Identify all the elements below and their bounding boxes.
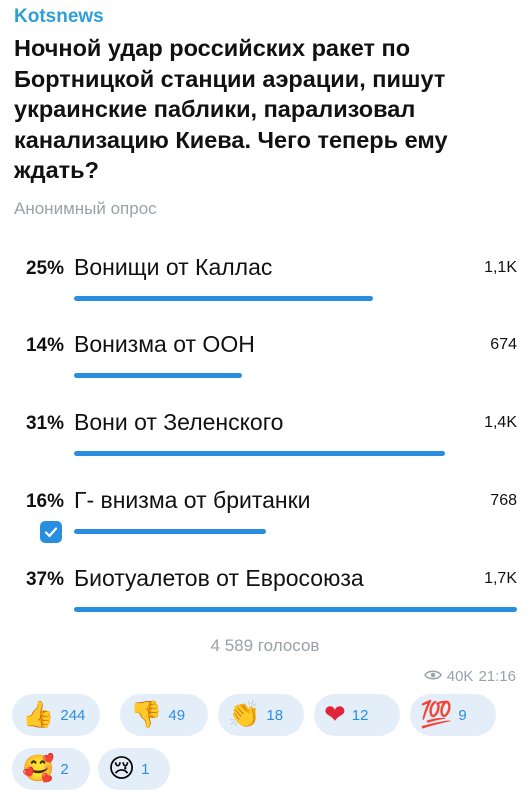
- reaction-count: 244: [60, 706, 86, 724]
- poll-option-4[interactable]: 16% Г- внизма от британки 768: [0, 487, 530, 551]
- thumbs-up-icon: 👍: [22, 700, 55, 730]
- poll-option-5[interactable]: 37% Биотуалетов от Евросоюза 1,7K: [0, 565, 530, 629]
- option-vote-count: 1,1K: [484, 259, 517, 276]
- option-result-bar: [74, 607, 517, 612]
- reaction-clapping[interactable]: 👏 18: [218, 694, 304, 736]
- option-result-bar: [74, 296, 373, 301]
- poll-option-1[interactable]: 25% Вонищи от Каллас 1,1K: [0, 254, 530, 318]
- reaction-heart[interactable]: ❤ 12: [314, 694, 400, 736]
- poll-type-label: Анонимный опрос: [14, 199, 157, 218]
- message-meta: 40K 21:16: [423, 668, 516, 685]
- reaction-thumbs-up[interactable]: 👍 244: [12, 694, 100, 736]
- reaction-count: 1: [141, 760, 150, 778]
- option-result-bar: [74, 373, 242, 378]
- option-label: Г- внизма от британки: [74, 487, 311, 513]
- option-label: Вони от Зеленского: [74, 409, 284, 435]
- option-label: Вонизма от ООН: [74, 331, 255, 357]
- reaction-crying[interactable]: 😢 1: [98, 748, 170, 790]
- option-vote-count: 1,7K: [484, 570, 517, 587]
- channel-name[interactable]: Kotsnews: [14, 6, 104, 28]
- reaction-count: 9: [458, 706, 467, 724]
- reaction-count: 49: [168, 706, 186, 724]
- heart-icon: ❤: [324, 700, 346, 730]
- option-label: Вонищи от Каллас: [74, 254, 273, 280]
- message-time: 21:16: [478, 668, 516, 685]
- poll-option-2[interactable]: 14% Вонизма от ООН 674: [0, 331, 530, 395]
- option-label: Биотуалетов от Евросоюза: [74, 565, 364, 591]
- option-vote-count: 674: [490, 336, 517, 353]
- reaction-thumbs-down[interactable]: 👎 49: [120, 694, 208, 736]
- reaction-count: 18: [266, 706, 284, 724]
- hundred-icon: 💯: [420, 700, 453, 730]
- option-percent: 16%: [25, 491, 64, 512]
- option-percent: 37%: [25, 569, 64, 590]
- selected-check-icon: [40, 521, 62, 543]
- poll-option-3[interactable]: 31% Вони от Зеленского 1,4K: [0, 409, 530, 473]
- option-percent: 31%: [25, 413, 64, 434]
- clapping-icon: 👏: [228, 700, 261, 730]
- option-vote-count: 1,4K: [484, 414, 517, 431]
- reaction-count: 2: [60, 760, 69, 778]
- eye-icon: [423, 668, 442, 685]
- option-percent: 25%: [25, 258, 64, 279]
- option-vote-count: 768: [490, 492, 517, 509]
- poll-question: Ночной удар российских ракет по Бортницк…: [14, 35, 448, 183]
- reaction-smiling-hearts[interactable]: 🥰 2: [12, 748, 90, 790]
- reaction-hundred[interactable]: 💯 9: [410, 694, 496, 736]
- thumbs-down-icon: 👎: [130, 700, 163, 730]
- option-result-bar: [74, 451, 445, 456]
- option-percent: 14%: [25, 335, 64, 356]
- smiling-hearts-icon: 🥰: [22, 754, 55, 784]
- total-votes: 4 589 голосов: [210, 636, 320, 655]
- views-count: 40K: [446, 668, 474, 685]
- reaction-count: 12: [351, 706, 369, 724]
- option-result-bar: [74, 529, 266, 534]
- crying-face-icon: 😢: [108, 754, 136, 784]
